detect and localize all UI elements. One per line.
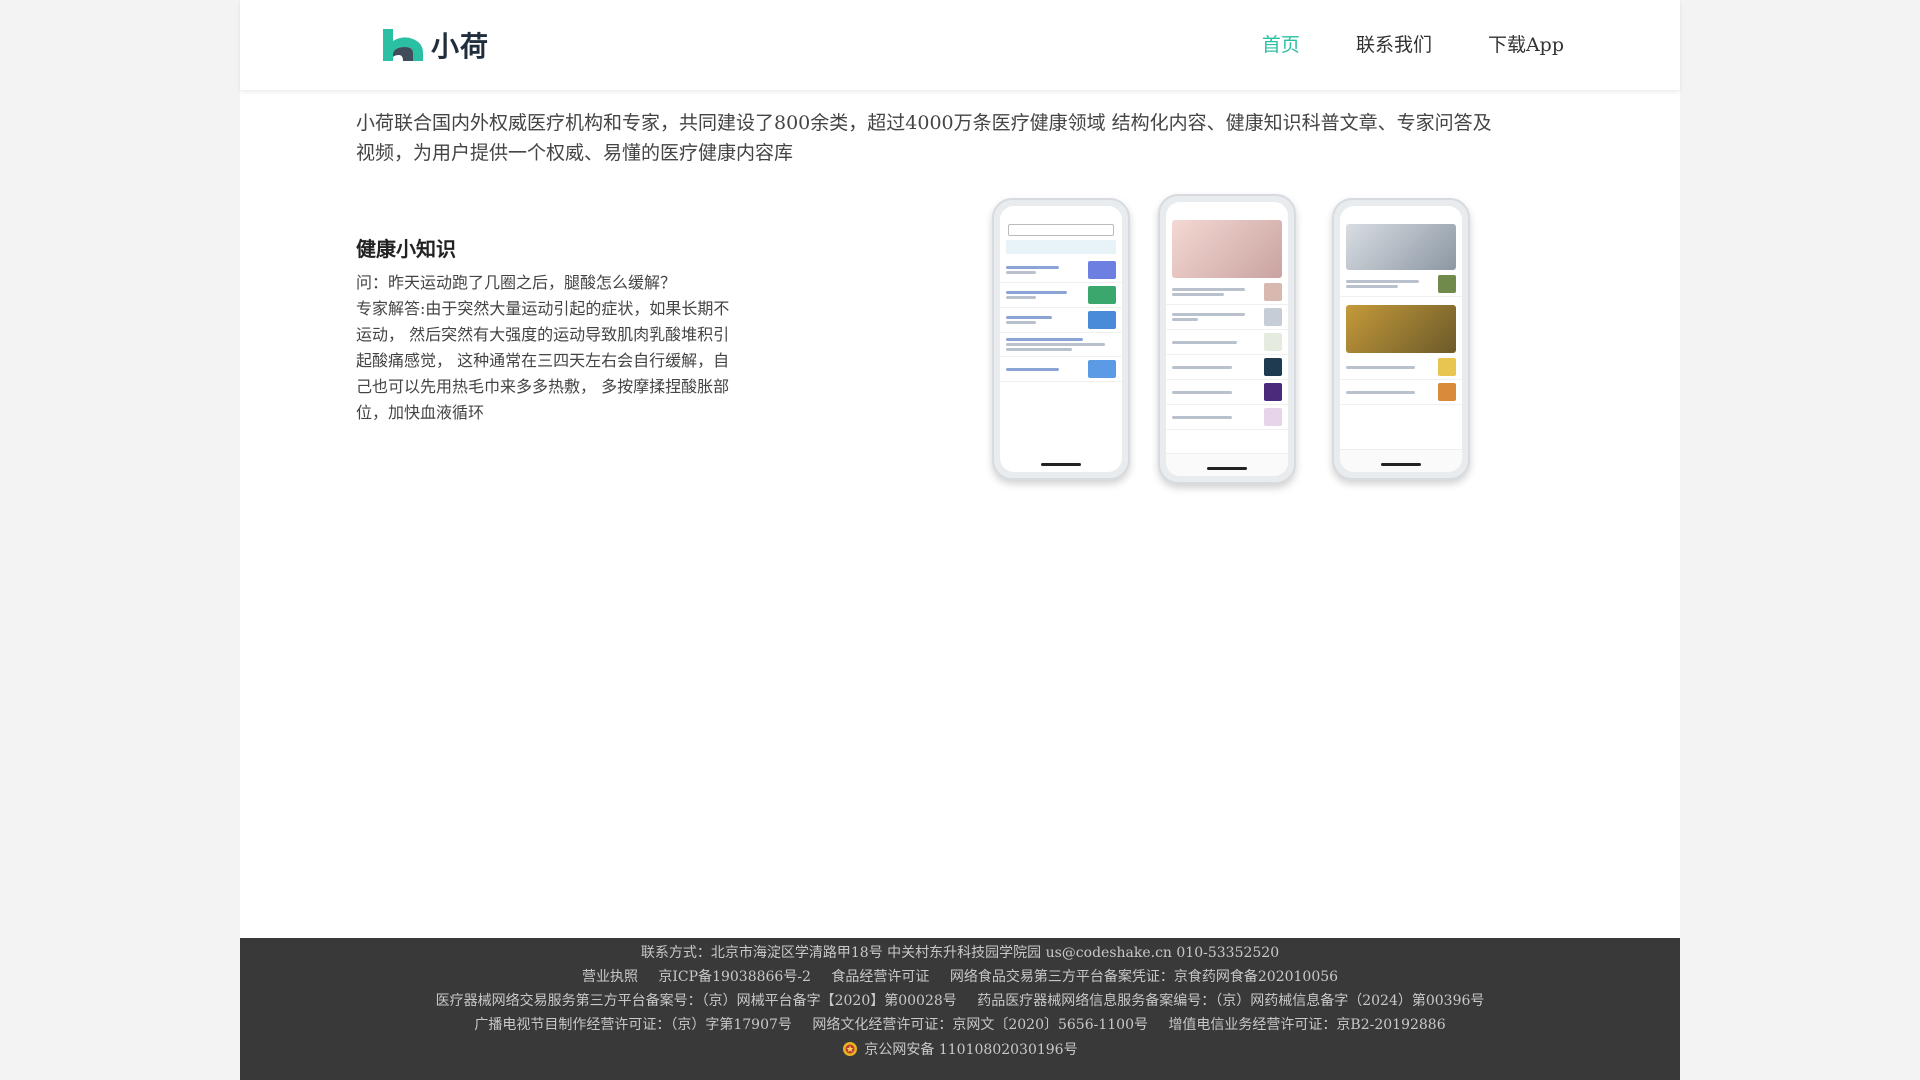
header: 小荷 首页 联系我们 下载App (240, 0, 1680, 90)
footer-food-license-link[interactable]: 食品经营许可证 (831, 969, 929, 985)
intro-text: 小荷联合国内外权威医疗机构和专家，共同建设了800余类，超过4000万条医疗健康… (356, 112, 1492, 164)
footer-police-text: 京公网安备 11010802030196号 (864, 1042, 1078, 1058)
footer-drug-info-record: 药品医疗器械网络信息服务备案编号：（京）网药械信息备字（2024）第00396号 (977, 993, 1485, 1009)
health-tips-question: 问：昨天运动跑了几圈之后，腿酸怎么缓解？ (356, 273, 677, 292)
footer-licenses-1: 营业执照 京ICP备19038866号-2 食品经营许可证 网络食品交易第三方平… (240, 968, 1680, 986)
phone-screenshot-search (992, 198, 1130, 480)
footer-medical-device-record: 医疗器械网络交易服务第三方平台备案号：（京）网械平台备字【2020】第00028… (435, 993, 957, 1009)
nav-download-app[interactable]: 下载App (1488, 30, 1564, 60)
footer-broadcast-license: 广播电视节目制作经营许可证：（京）字第17907号 (474, 1017, 792, 1033)
page-container: 小荷 首页 联系我们 下载App 小荷联合国内外权威医疗机构和专家，共同建设了8… (240, 0, 1680, 1080)
nav-contact[interactable]: 联系我们 (1356, 30, 1432, 60)
footer-telecom-license: 增值电信业务经营许可证：京B2-20192886 (1168, 1017, 1446, 1033)
health-tips: 健康小知识 问：昨天运动跑了几圈之后，腿酸怎么缓解？ 专家解答:由于突然大量运动… (356, 234, 736, 426)
footer-contact: 联系方式：北京市海淀区学清路甲18号 中关村东升科技园学院园 us@codesh… (640, 945, 1280, 961)
main-nav: 首页 联系我们 下载App (1206, 30, 1564, 60)
footer-licenses-2: 医疗器械网络交易服务第三方平台备案号：（京）网械平台备字【2020】第00028… (240, 992, 1680, 1010)
logo-text: 小荷 (431, 30, 490, 63)
health-tips-title: 健康小知识 (356, 237, 456, 261)
nav-home[interactable]: 首页 (1262, 30, 1300, 60)
footer-icp-link[interactable]: 京ICP备19038866号-2 (658, 969, 811, 985)
footer-licenses-3: 广播电视节目制作经营许可证：（京）字第17907号 网络文化经营许可证：京网文〔… (240, 1016, 1680, 1034)
footer: 联系方式：北京市海淀区学清路甲18号 中关村东升科技园学院园 us@codesh… (240, 938, 1680, 1080)
footer-food-platform-record: 网络食品交易第三方平台备案凭证：京食药网食备202010056 (949, 969, 1339, 985)
logo[interactable]: 小荷 (381, 26, 489, 64)
health-tips-answer: 专家解答:由于突然大量运动引起的症状，如果长期不运动， 然后突然有大强度的运动导… (356, 299, 730, 422)
app-screenshots (992, 194, 1472, 484)
footer-business-license-link[interactable]: 营业执照 (582, 969, 638, 985)
footer-police-record[interactable]: 京公网安备 11010802030196号 (240, 1041, 1680, 1059)
phone-screenshot-feed (1332, 198, 1470, 480)
police-badge-icon (843, 1042, 858, 1056)
phone-screenshot-article (1158, 194, 1296, 484)
logo-mark-icon (383, 29, 423, 61)
footer-culture-license: 网络文化经营许可证：京网文〔2020〕5656-1100号 (812, 1017, 1148, 1033)
